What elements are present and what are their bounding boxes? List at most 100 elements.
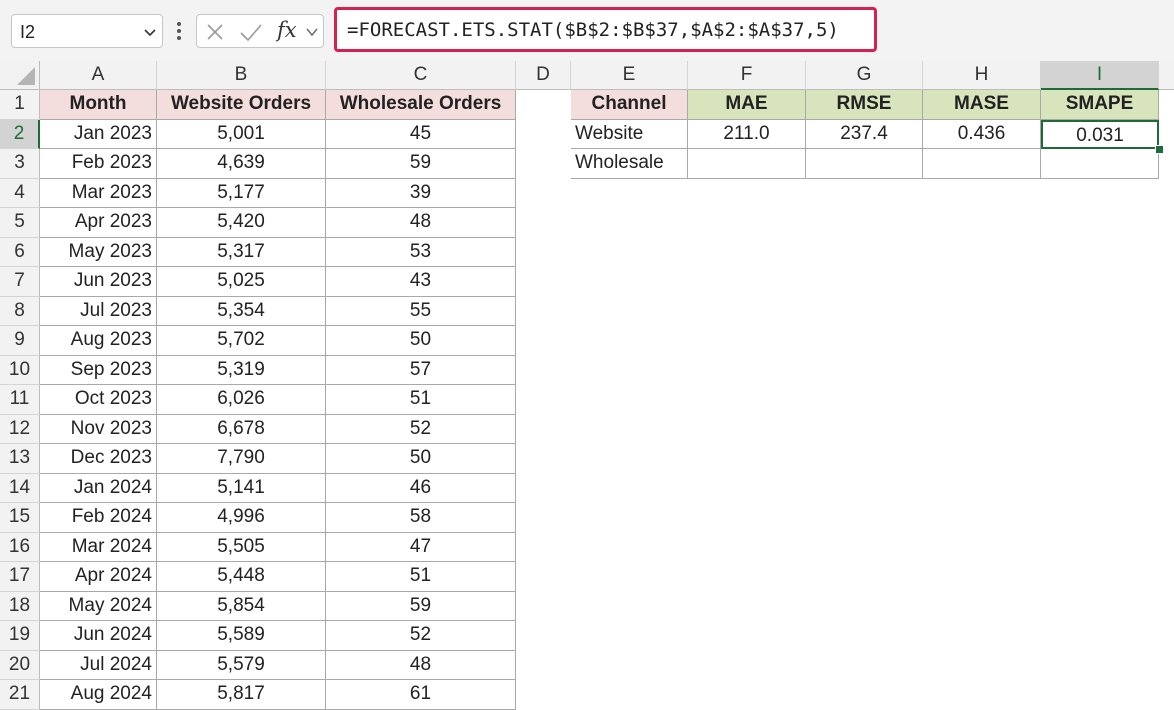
data-table-cell[interactable]: 48: [326, 650, 516, 680]
data-table-cell[interactable]: Aug 2023: [40, 326, 157, 356]
row-header-13[interactable]: 13: [0, 444, 40, 474]
stats-table-header[interactable]: Channel: [571, 90, 688, 120]
data-table-cell[interactable]: 55: [326, 296, 516, 326]
data-table-cell[interactable]: Dec 2023: [40, 444, 157, 474]
fill-handle[interactable]: [1155, 145, 1164, 154]
data-table-cell[interactable]: 50: [326, 444, 516, 474]
data-table-cell[interactable]: 5,141: [157, 473, 326, 503]
data-table-cell[interactable]: 5,319: [157, 355, 326, 385]
stats-table-header[interactable]: MASE: [923, 90, 1041, 120]
data-table-cell[interactable]: 4,996: [157, 503, 326, 533]
data-table-cell[interactable]: 5,448: [157, 562, 326, 592]
data-table-cell[interactable]: Apr 2024: [40, 562, 157, 592]
data-table-cell[interactable]: Sep 2023: [40, 355, 157, 385]
row-header-12[interactable]: 12: [0, 414, 40, 444]
row-header-10[interactable]: 10: [0, 355, 40, 385]
row-header-1[interactable]: 1: [0, 90, 40, 120]
data-table-header[interactable]: Month: [40, 90, 157, 120]
row-header-11[interactable]: 11: [0, 385, 40, 415]
stats-table-cell[interactable]: [1041, 149, 1159, 179]
data-table-cell[interactable]: 51: [326, 385, 516, 415]
data-table-cell[interactable]: 7,790: [157, 444, 326, 474]
row-header-20[interactable]: 20: [0, 650, 40, 680]
stats-table-header[interactable]: MAE: [688, 90, 806, 120]
data-table-cell[interactable]: Apr 2023: [40, 208, 157, 238]
stats-table-cell[interactable]: [923, 149, 1041, 179]
stats-table-cell[interactable]: [806, 149, 923, 179]
data-table-cell[interactable]: Mar 2024: [40, 532, 157, 562]
enter-check-icon[interactable]: [239, 22, 263, 42]
data-table-cell[interactable]: 5,702: [157, 326, 326, 356]
column-header-H[interactable]: H: [923, 61, 1041, 90]
row-header-8[interactable]: 8: [0, 296, 40, 326]
stats-table-cell[interactable]: 211.0: [688, 119, 806, 149]
data-table-cell[interactable]: 5,505: [157, 532, 326, 562]
data-table-cell[interactable]: 43: [326, 267, 516, 297]
data-table-cell[interactable]: 50: [326, 326, 516, 356]
column-header-I[interactable]: I: [1041, 61, 1159, 90]
row-header-19[interactable]: 19: [0, 621, 40, 651]
data-table-cell[interactable]: 51: [326, 562, 516, 592]
formula-input[interactable]: =FORECAST.ETS.STAT($B$2:$B$37,$A$2:$A$37…: [334, 7, 877, 52]
stats-table-header[interactable]: SMAPE: [1041, 90, 1159, 120]
select-all-corner[interactable]: [0, 61, 40, 90]
chevron-down-icon[interactable]: [142, 24, 158, 40]
data-table-cell[interactable]: 5,317: [157, 237, 326, 267]
column-header-E[interactable]: E: [571, 61, 688, 90]
data-table-cell[interactable]: 6,026: [157, 385, 326, 415]
data-table-cell[interactable]: Jan 2024: [40, 473, 157, 503]
row-header-14[interactable]: 14: [0, 473, 40, 503]
fx-chevron-down-icon[interactable]: [305, 25, 319, 39]
row-header-2[interactable]: 2: [0, 119, 40, 149]
data-table-cell[interactable]: May 2024: [40, 591, 157, 621]
data-table-header[interactable]: Wholesale Orders: [326, 90, 516, 120]
data-table-cell[interactable]: Jun 2023: [40, 267, 157, 297]
data-table-cell[interactable]: 48: [326, 208, 516, 238]
row-header-18[interactable]: 18: [0, 591, 40, 621]
data-table-cell[interactable]: 6,678: [157, 414, 326, 444]
data-table-cell[interactable]: 52: [326, 414, 516, 444]
data-table-cell[interactable]: 4,639: [157, 149, 326, 179]
data-table-cell[interactable]: 58: [326, 503, 516, 533]
data-table-cell[interactable]: 45: [326, 119, 516, 149]
data-table-cell[interactable]: 52: [326, 621, 516, 651]
row-header-3[interactable]: 3: [0, 149, 40, 179]
data-table-header[interactable]: Website Orders: [157, 90, 326, 120]
data-table-cell[interactable]: 5,579: [157, 650, 326, 680]
data-table-cell[interactable]: May 2023: [40, 237, 157, 267]
data-table-cell[interactable]: Feb 2023: [40, 149, 157, 179]
row-header-15[interactable]: 15: [0, 503, 40, 533]
data-table-cell[interactable]: 47: [326, 532, 516, 562]
column-header-D[interactable]: D: [516, 61, 571, 90]
column-header-partial[interactable]: [1159, 61, 1174, 90]
data-table-cell[interactable]: Oct 2023: [40, 385, 157, 415]
stats-table-cell[interactable]: 0.436: [923, 119, 1041, 149]
column-header-F[interactable]: F: [688, 61, 806, 90]
stats-table-cell[interactable]: 237.4: [806, 119, 923, 149]
data-table-cell[interactable]: 46: [326, 473, 516, 503]
data-table-cell[interactable]: 5,001: [157, 119, 326, 149]
stats-table-cell[interactable]: [688, 149, 806, 179]
data-table-cell[interactable]: 53: [326, 237, 516, 267]
data-table-cell[interactable]: Feb 2024: [40, 503, 157, 533]
name-box[interactable]: I2: [11, 14, 163, 48]
data-table-cell[interactable]: Mar 2023: [40, 178, 157, 208]
data-table-cell[interactable]: Jul 2024: [40, 650, 157, 680]
data-table-cell[interactable]: 5,025: [157, 267, 326, 297]
row-header-7[interactable]: 7: [0, 267, 40, 297]
data-table-cell[interactable]: Jan 2023: [40, 119, 157, 149]
data-table-cell[interactable]: 5,177: [157, 178, 326, 208]
data-table-cell[interactable]: 5,854: [157, 591, 326, 621]
column-header-G[interactable]: G: [806, 61, 923, 90]
fx-icon[interactable]: fx: [277, 18, 297, 42]
row-header-6[interactable]: 6: [0, 237, 40, 267]
active-cell-I2[interactable]: 0.031: [1041, 119, 1159, 149]
stats-table-cell[interactable]: Wholesale: [571, 149, 688, 179]
vertical-dots-icon[interactable]: [174, 20, 184, 42]
data-table-cell[interactable]: 5,354: [157, 296, 326, 326]
stats-table-header[interactable]: RMSE: [806, 90, 923, 120]
data-table-cell[interactable]: 57: [326, 355, 516, 385]
row-header-16[interactable]: 16: [0, 532, 40, 562]
data-table-cell[interactable]: Nov 2023: [40, 414, 157, 444]
row-header-9[interactable]: 9: [0, 326, 40, 356]
